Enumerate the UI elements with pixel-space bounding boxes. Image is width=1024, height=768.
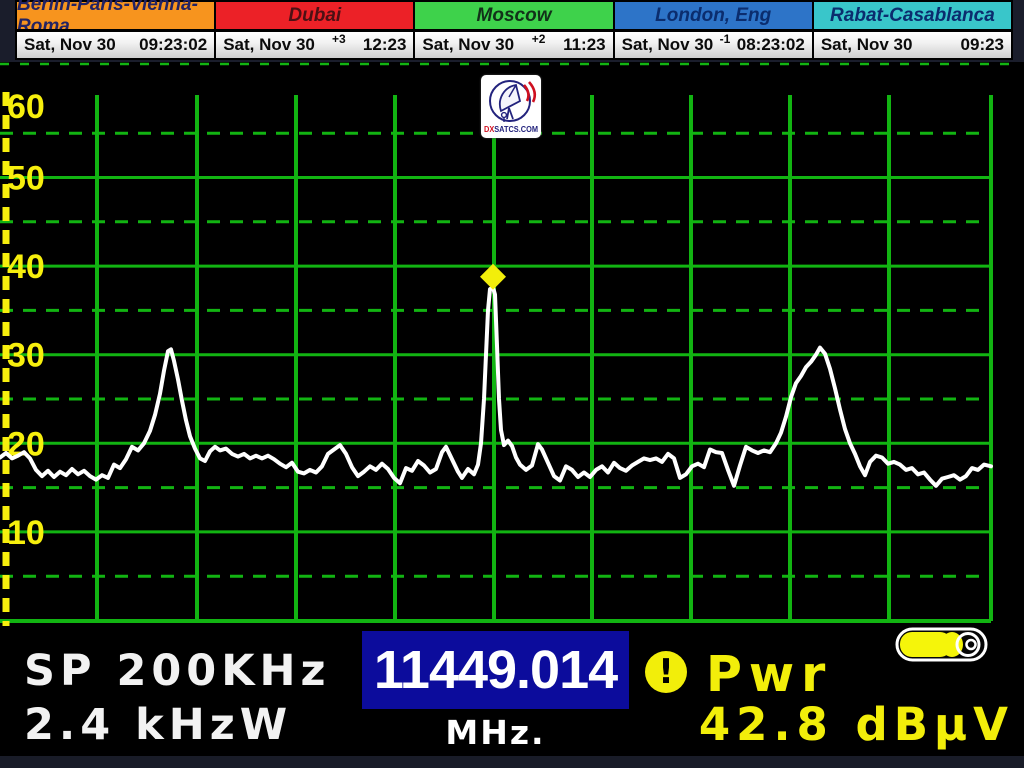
svg-text:10: 10 [7, 514, 45, 552]
frequency-unit-label: MHz. [362, 716, 629, 749]
logo-text: DXSATCS.COM [484, 124, 538, 134]
power-label: Pwr [706, 650, 832, 699]
satellite-dish-icon: DXSATCS.COM [481, 75, 541, 138]
satellite-meter-screen: Berlin-Paris-Vienna-Roma Sat, Nov 30 09:… [0, 0, 1024, 768]
frequency-display: 11449.014 [362, 631, 629, 709]
peak-marker-diamond [480, 264, 506, 290]
svg-text:50: 50 [7, 160, 45, 198]
frequency-value: 11449.014 [374, 643, 617, 697]
power-value: 42.8 dBµV [650, 702, 1014, 747]
svg-text:40: 40 [7, 248, 45, 286]
span-readout: SP 200KHz [24, 650, 331, 693]
bottom-edge-strip [0, 756, 1024, 768]
battery-icon [895, 626, 992, 669]
dxsatcs-logo: DXSATCS.COM [481, 75, 541, 138]
svg-text:60: 60 [7, 88, 45, 126]
warning-icon: ! [645, 651, 687, 693]
svg-text:30: 30 [7, 337, 45, 375]
rbw-readout: 2.4 kHzW [24, 704, 292, 747]
